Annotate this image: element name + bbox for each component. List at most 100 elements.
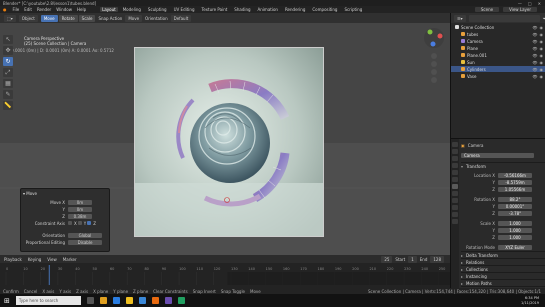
property-value-field[interactable]: 1.000 bbox=[498, 234, 532, 240]
editor-type-button[interactable]: ⬚▾ bbox=[4, 14, 16, 22]
timeline-menu-marker[interactable]: Marker bbox=[63, 257, 77, 262]
proportional-editing-select[interactable]: Disable bbox=[68, 239, 102, 245]
app-icon[interactable] bbox=[164, 297, 172, 304]
move-axis-value[interactable]: 0m bbox=[68, 206, 92, 212]
outliner-row[interactable]: Vase 👁 ◉ bbox=[451, 73, 545, 79]
object-tab-icon[interactable] bbox=[452, 184, 458, 189]
camera-icon[interactable]: ◉ bbox=[540, 74, 544, 79]
transform-panel-header[interactable]: ▾ Transform bbox=[461, 162, 545, 170]
navigation-gizmo[interactable] bbox=[420, 26, 448, 86]
property-value-field[interactable]: 88.2° bbox=[498, 196, 532, 202]
timeline[interactable]: Playback Keying View Marker 25 Start 1 End … bbox=[0, 255, 450, 288]
outliner-row[interactable]: Scene Collection 👁 ◉ bbox=[451, 24, 545, 30]
minimize-icon[interactable]: — bbox=[518, 1, 522, 6]
rotate-button[interactable]: Rotate bbox=[58, 14, 78, 22]
mail-icon[interactable] bbox=[138, 297, 146, 304]
world-tab-icon[interactable] bbox=[452, 177, 458, 182]
taskbar-search[interactable]: Type here to search bbox=[15, 296, 81, 305]
scene-selector[interactable]: Scene bbox=[474, 7, 500, 12]
blender-logo-icon[interactable]: ● bbox=[3, 7, 7, 12]
cursor-icon[interactable]: ✥ bbox=[3, 46, 13, 55]
eye-icon[interactable]: 👁 bbox=[532, 60, 537, 65]
eye-icon[interactable]: 👁 bbox=[532, 39, 537, 44]
particles-tab-icon[interactable] bbox=[452, 198, 458, 203]
tab-texture-paint[interactable]: Texture Paint bbox=[199, 7, 229, 12]
chrome-icon[interactable] bbox=[125, 297, 133, 304]
outliner-row[interactable]: Plane 👁 ◉ bbox=[451, 45, 545, 51]
tab-shading[interactable]: Shading bbox=[232, 7, 252, 12]
property-value-field[interactable]: 0.00001° bbox=[498, 203, 532, 209]
outliner-row[interactable]: Sun 👁 ◉ bbox=[451, 59, 545, 65]
close-icon[interactable]: ✕ bbox=[538, 1, 541, 6]
outliner-row[interactable]: Cylinders 👁 ◉ bbox=[451, 66, 545, 72]
eye-icon[interactable]: 👁 bbox=[532, 74, 537, 79]
eye-icon[interactable]: 👁 bbox=[532, 46, 537, 51]
outliner-row[interactable]: Plane.001 👁 ◉ bbox=[451, 52, 545, 58]
tab-uv-editing[interactable]: UV Editing bbox=[172, 7, 197, 12]
redo-panel[interactable]: ▾ Move Move X 0m Y 0m Z 0.38m Constraint Axis… bbox=[20, 188, 110, 252]
data-tab-icon[interactable] bbox=[452, 219, 458, 224]
menu-window[interactable]: Window bbox=[56, 7, 72, 12]
eye-icon[interactable]: 👁 bbox=[532, 25, 537, 30]
move-axis-value[interactable]: 0.38m bbox=[68, 213, 92, 219]
property-value-field[interactable]: -8.5759m bbox=[498, 179, 532, 185]
object-name-field[interactable]: Camera bbox=[461, 152, 534, 158]
property-value-field[interactable]: -3.78° bbox=[498, 210, 532, 216]
property-value-field[interactable]: 1.000 bbox=[498, 227, 532, 233]
outliner-editor-type[interactable]: ☰▾ bbox=[454, 14, 466, 22]
current-frame-field[interactable]: 25 bbox=[381, 255, 393, 263]
camera-icon[interactable]: ◉ bbox=[540, 67, 544, 72]
timeline-ruler[interactable]: 0 10 20 30 40 50 60 70 80 90 100 110 120 130 140 150 160… bbox=[0, 265, 450, 285]
scale-icon[interactable]: ▦ bbox=[3, 79, 13, 88]
tab-modeling[interactable]: Modeling bbox=[121, 7, 143, 12]
camera-icon[interactable]: ◉ bbox=[540, 46, 544, 51]
eye-icon[interactable]: 👁 bbox=[532, 53, 537, 58]
start-frame-field[interactable]: 1 bbox=[408, 255, 417, 263]
view-layer-selector[interactable]: View Layer bbox=[503, 7, 537, 12]
mode-selector[interactable]: Object bbox=[18, 14, 38, 22]
tab-compositing[interactable]: Compositing bbox=[310, 7, 339, 12]
orientation-dropdown[interactable]: Default bbox=[170, 14, 192, 22]
menu-edit[interactable]: Edit bbox=[24, 7, 32, 12]
tab-scripting[interactable]: Scripting bbox=[342, 7, 364, 12]
constraint-z-checkbox[interactable]: Z bbox=[87, 221, 96, 226]
camera-icon[interactable]: ◉ bbox=[540, 39, 544, 44]
blender-taskbar-icon[interactable] bbox=[151, 297, 159, 304]
menu-render[interactable]: Render bbox=[37, 7, 51, 12]
tab-rendering[interactable]: Rendering bbox=[283, 7, 307, 12]
snap-action-dropdown[interactable]: Move bbox=[125, 14, 143, 22]
outliner-row[interactable]: Camera 👁 ◉ bbox=[451, 38, 545, 44]
edge-icon[interactable] bbox=[112, 297, 120, 304]
camera-icon[interactable]: ◉ bbox=[540, 25, 544, 30]
property-value-field[interactable]: 1.05566m bbox=[498, 186, 532, 192]
properties-editor[interactable]: ▣ Camera Camera ▾ Transform Location X -0.… bbox=[450, 138, 545, 293]
scale-button[interactable]: Scale bbox=[78, 14, 96, 22]
move-axis-value[interactable]: 0m bbox=[68, 199, 92, 205]
property-value-field[interactable]: XYZ Euler bbox=[498, 244, 532, 250]
outliner-search-input[interactable] bbox=[468, 14, 540, 22]
file-explorer-icon[interactable] bbox=[99, 297, 107, 304]
end-frame-field[interactable]: 128 bbox=[430, 255, 444, 263]
move-button[interactable]: Move bbox=[40, 14, 58, 22]
start-button[interactable]: ⊞ bbox=[4, 297, 10, 305]
physics-tab-icon[interactable] bbox=[452, 205, 458, 210]
constraint-y-checkbox[interactable]: Y bbox=[77, 221, 86, 226]
tab-layout[interactable]: Layout bbox=[100, 7, 118, 12]
measure-icon[interactable]: 📏 bbox=[3, 101, 13, 110]
view-layer-tab-icon[interactable] bbox=[452, 163, 458, 168]
camera-icon[interactable]: ◉ bbox=[540, 32, 544, 37]
rotate-icon[interactable]: ⤢ bbox=[3, 68, 13, 77]
tab-animation[interactable]: Animation bbox=[256, 7, 280, 12]
maximize-icon[interactable]: □ bbox=[528, 1, 532, 6]
timeline-menu-keying[interactable]: Keying bbox=[28, 257, 41, 262]
output-tab-icon[interactable] bbox=[452, 156, 458, 161]
annotate-icon[interactable]: ✎ bbox=[3, 90, 13, 99]
constraint-x-checkbox[interactable]: X bbox=[68, 221, 77, 226]
timeline-menu-playback[interactable]: Playback bbox=[4, 257, 22, 262]
task-view-icon[interactable] bbox=[86, 297, 94, 304]
app2-icon[interactable] bbox=[177, 297, 185, 304]
camera-icon[interactable]: ◉ bbox=[540, 60, 544, 65]
menu-file[interactable]: File bbox=[13, 7, 20, 12]
eye-icon[interactable]: 👁 bbox=[532, 32, 537, 37]
tool-tab-icon[interactable] bbox=[452, 142, 458, 147]
